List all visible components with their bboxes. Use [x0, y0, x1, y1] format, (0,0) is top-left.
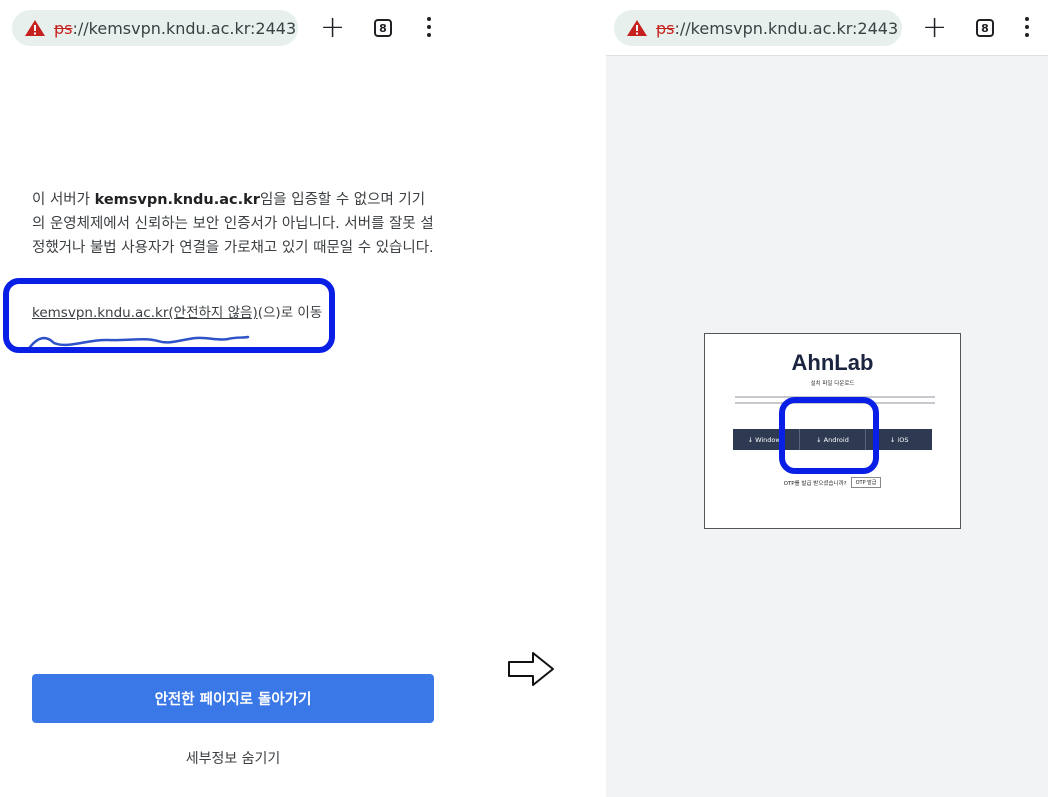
otp-issue-button[interactable]: OTP 발급 — [850, 477, 882, 488]
kebab-menu-icon[interactable] — [426, 17, 432, 39]
right-arrow-icon — [508, 652, 554, 686]
highlight-proceed-box — [3, 278, 335, 353]
url-host: ://kemsvpn.kndu.ac.kr:2443 — [72, 18, 297, 38]
hide-details-link[interactable]: 세부정보 숨기기 — [32, 748, 434, 768]
tab-switcher-button[interactable]: 8 — [374, 19, 392, 37]
otp-row: OTP를 발급 받으셨습니까? OTP 발급 — [705, 477, 960, 488]
address-bar[interactable]: ps://kemsvpn.kndu.ac.kr:2443 — [12, 10, 298, 46]
address-bar[interactable]: ps://kemsvpn.kndu.ac.kr:2443 — [614, 10, 902, 46]
tab-switcher-button[interactable]: 8 — [976, 19, 994, 37]
warning-message: 이 서버가 kemsvpn.kndu.ac.kr임을 입증할 수 없으며 기기의… — [32, 188, 434, 260]
otp-question: OTP를 발급 받으셨습니까? — [783, 480, 847, 487]
download-subtitle: 설치 파일 다운로드 — [810, 381, 855, 387]
url-scheme: ps — [54, 18, 73, 38]
back-to-safety-button[interactable]: 안전한 페이지로 돌아가기 — [32, 674, 434, 723]
highlight-android-box — [779, 397, 879, 474]
warning-screen: ps://kemsvpn.kndu.ac.kr:2443 + 8 이 서버가 k… — [0, 0, 462, 797]
warning-text-part1: 이 서버가 — [32, 192, 95, 208]
warning-triangle-icon — [627, 20, 647, 36]
download-screen: ps://kemsvpn.kndu.ac.kr:2443 + 8 AhnLab … — [606, 0, 1048, 797]
new-tab-icon[interactable]: + — [922, 13, 947, 43]
kebab-menu-icon[interactable] — [1024, 17, 1030, 39]
url-host: ://kemsvpn.kndu.ac.kr:2443 — [674, 18, 899, 38]
new-tab-icon[interactable]: + — [320, 13, 345, 43]
warning-triangle-icon — [25, 20, 45, 36]
url-scheme: ps — [656, 18, 675, 38]
warning-host: kemsvpn.kndu.ac.kr — [94, 192, 260, 208]
ahnlab-logo: AhnLab — [791, 350, 874, 375]
